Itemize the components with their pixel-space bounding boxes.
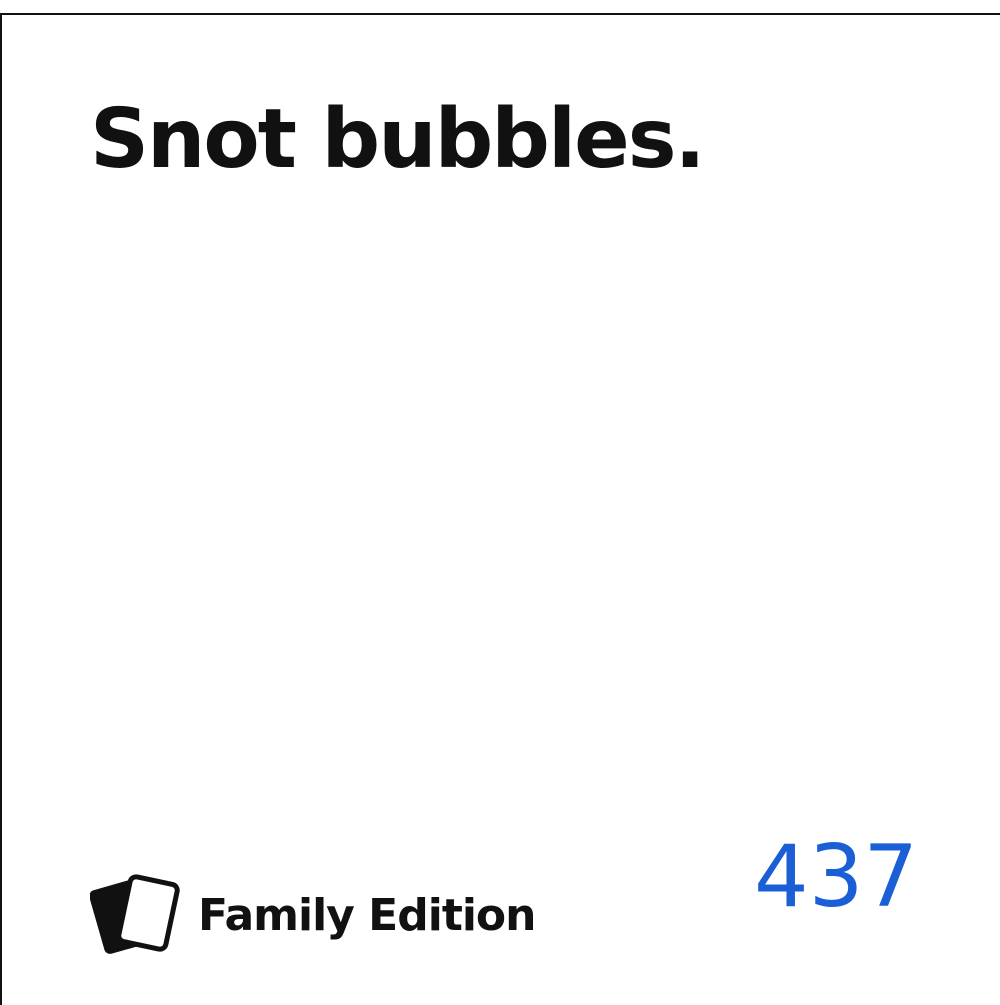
card-text: Snot bubbles. [90, 92, 706, 187]
edition-brand: Family Edition [90, 865, 536, 965]
edition-label: Family Edition [198, 889, 536, 941]
game-card: Snot bubbles. Family Edition 437 [0, 13, 1000, 1005]
stacked-cards-icon [90, 874, 180, 954]
card-number: 437 [754, 827, 919, 927]
